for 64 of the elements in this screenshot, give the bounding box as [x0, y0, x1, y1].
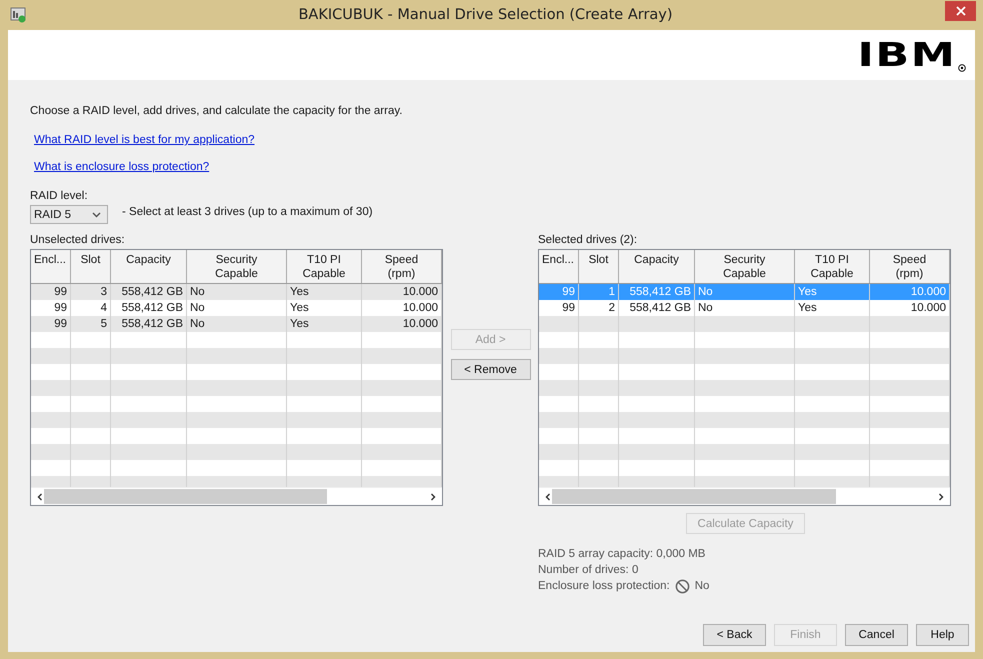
column-header[interactable]: Encl...	[539, 250, 579, 283]
table-cell: No	[187, 316, 287, 332]
table-label: Selected drives (2):	[538, 234, 638, 248]
capacity-info: RAID 5 array capacity: 0,000 MB	[538, 547, 706, 562]
column-header[interactable]: Capacity	[111, 250, 187, 283]
column-header[interactable]: Speed (rpm)	[362, 250, 442, 283]
close-icon	[956, 6, 966, 16]
table-cell: Yes	[795, 284, 870, 300]
column-header[interactable]: T10 PI Capable	[287, 250, 362, 283]
scrollbar-thumb[interactable]	[44, 489, 327, 504]
scroll-right-icon	[937, 492, 945, 500]
column-header[interactable]: Slot	[579, 250, 619, 283]
app-icon	[10, 7, 26, 23]
table-cell: 3	[71, 284, 111, 300]
table-label: Unselected drives:	[30, 234, 126, 248]
table-cell: 5	[71, 316, 111, 332]
column-header[interactable]: Security Capable	[695, 250, 795, 283]
table-cell: 99	[31, 284, 71, 300]
column-header[interactable]: Encl...	[31, 250, 71, 283]
table-cell: 10.000	[362, 316, 442, 332]
dialog-button[interactable]: < Back	[703, 624, 766, 646]
table-cell: 558,412 GB	[619, 284, 695, 300]
table-cell: 1	[579, 284, 619, 300]
table-cell: No	[695, 284, 795, 300]
dialog-button[interactable]: Cancel	[845, 624, 908, 646]
scroll-left-icon	[544, 492, 552, 500]
column-header[interactable]: T10 PI Capable	[795, 250, 870, 283]
scroll-right-icon	[429, 492, 437, 500]
protection-value: No	[694, 579, 710, 594]
table-cell: 558,412 GB	[111, 284, 187, 300]
table-cell: 10.000	[870, 284, 950, 300]
chevron-down-icon	[92, 212, 101, 218]
prohibited-icon	[674, 579, 690, 594]
window-title: BAKICUBUK - Manual Drive Selection (Create Array)	[297, 7, 674, 23]
table-row[interactable]: 99 5 558,412 GB No Yes 10.000	[31, 316, 442, 332]
registered-icon	[958, 64, 966, 72]
scrollbar-thumb[interactable]	[552, 489, 836, 504]
table-cell: 99	[539, 284, 579, 300]
raid-level-label: RAID level:	[30, 190, 88, 202]
column-header[interactable]: Security Capable	[187, 250, 287, 283]
column-header[interactable]: Capacity	[619, 250, 695, 283]
help-link[interactable]: What is enclosure loss protection?	[34, 161, 210, 173]
remove-button[interactable]: < Remove	[450, 359, 530, 380]
help-link[interactable]: What RAID level is best for my application?	[34, 134, 255, 146]
protection-label: Enclosure loss protection:	[538, 579, 670, 594]
horizontal-scrollbar[interactable]	[31, 487, 442, 505]
table-cell: Yes	[287, 284, 362, 300]
table-cell: Yes	[287, 316, 362, 332]
table-row[interactable]: 99 3 558,412 GB No Yes 10.000	[31, 284, 442, 300]
table-cell: No	[187, 284, 287, 300]
column-header[interactable]: Speed (rpm)	[870, 250, 950, 283]
instruction-text: Choose a RAID level, add drives, and calculate the capacity for the array.	[30, 105, 402, 117]
table-cell: 99	[31, 316, 71, 332]
column-header[interactable]: Slot	[71, 250, 111, 283]
raid-level-dropdown[interactable]: RAID 5	[30, 205, 108, 224]
drive-count-info: Number of drives: 0	[538, 563, 640, 578]
scroll-left-icon	[36, 492, 44, 500]
table-cell: 10.000	[362, 284, 442, 300]
horizontal-scrollbar[interactable]	[539, 487, 950, 505]
dialog-button[interactable]: Help	[916, 624, 969, 646]
drive-count-hint: - Select at least 3 drives (up to a maximum of 30)	[122, 206, 373, 218]
table-cell: 558,412 GB	[111, 316, 187, 332]
logo: IBM	[857, 38, 956, 72]
close-button[interactable]	[945, 0, 976, 20]
